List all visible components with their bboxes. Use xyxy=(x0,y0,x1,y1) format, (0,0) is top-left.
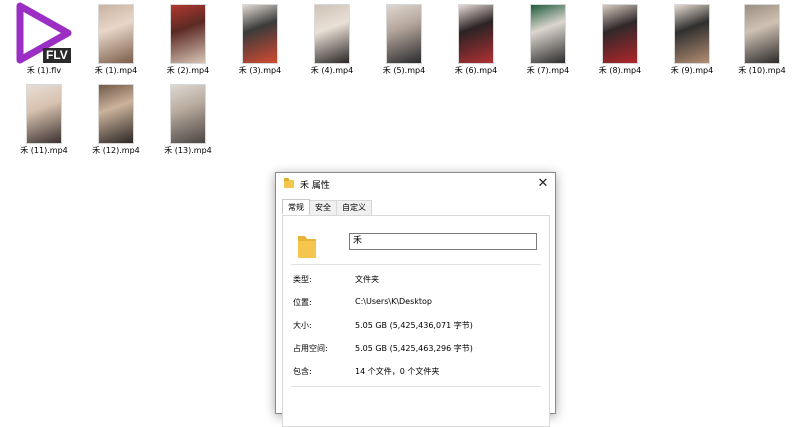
video-thumbnail xyxy=(26,84,62,144)
tab-security[interactable]: 安全 xyxy=(309,200,337,215)
file-name: 禾 (12).mp4 xyxy=(92,146,140,155)
tab-custom[interactable]: 自定义 xyxy=(336,200,372,215)
file-name: 禾 (7).mp4 xyxy=(526,66,570,75)
general-panel: 禾 类型: 文件夹 位置: C:\Users\K\Desktop 大小: 5.0… xyxy=(282,215,550,427)
video-thumbnail xyxy=(602,4,638,64)
video-thumbnail xyxy=(530,4,566,64)
video-thumbnail xyxy=(458,4,494,64)
file-name: 禾 (1).flv xyxy=(26,66,62,75)
file-name: 禾 (10).mp4 xyxy=(738,66,786,75)
file-name: 禾 (4).mp4 xyxy=(310,66,354,75)
file-name: 禾 (8).mp4 xyxy=(598,66,642,75)
tab-bar: 常规 安全 自定义 xyxy=(282,199,372,215)
file-name: 禾 (11).mp4 xyxy=(20,146,68,155)
folder-icon xyxy=(284,178,294,188)
tab-general[interactable]: 常规 xyxy=(282,199,310,214)
properties-dialog: 禾 属性 ✕ 常规 安全 自定义 禾 类型: 文件夹 位置: C:\Users\… xyxy=(275,172,556,427)
file-name: 禾 (13).mp4 xyxy=(164,146,212,155)
dialog-title: 禾 属性 xyxy=(300,180,330,191)
property-label: 位置: xyxy=(293,298,312,307)
dialog-titlebar[interactable]: 禾 属性 ✕ xyxy=(276,173,555,195)
close-icon[interactable]: ✕ xyxy=(535,176,551,192)
property-value: 14 个文件，0 个文件夹 xyxy=(355,367,440,376)
file-item[interactable]: 禾 (5).mp4 xyxy=(368,0,440,78)
file-name: 禾 (2).mp4 xyxy=(166,66,210,75)
video-thumbnail xyxy=(674,4,710,64)
property-label: 占用空间: xyxy=(293,344,328,353)
file-item[interactable]: 禾 (10).mp4 xyxy=(726,0,798,78)
folder-icon xyxy=(298,236,316,258)
video-thumbnail xyxy=(170,84,206,144)
property-value: 文件夹 xyxy=(355,275,379,284)
divider xyxy=(291,264,541,265)
file-name: 禾 (9).mp4 xyxy=(670,66,714,75)
video-thumbnail xyxy=(98,4,134,64)
video-thumbnail xyxy=(242,4,278,64)
file-name: 禾 (1).mp4 xyxy=(94,66,138,75)
file-item[interactable]: 禾 (1).mp4 xyxy=(80,0,152,78)
property-label: 大小: xyxy=(293,321,312,330)
folder-name-input[interactable]: 禾 xyxy=(349,233,537,250)
file-item[interactable]: 禾 (8).mp4 xyxy=(584,0,656,78)
file-item[interactable]: 禾 (12).mp4 xyxy=(80,80,152,158)
property-label: 包含: xyxy=(293,367,312,376)
file-name: 禾 (5).mp4 xyxy=(382,66,426,75)
file-item[interactable]: 禾 (3).mp4 xyxy=(224,0,296,78)
file-item[interactable]: 禾 (11).mp4 xyxy=(8,80,80,158)
file-item[interactable]: FLV 禾 (1).flv xyxy=(8,0,80,78)
property-value: 5.05 GB (5,425,436,071 字节) xyxy=(355,321,473,330)
property-label: 类型: xyxy=(293,275,312,284)
file-name: 禾 (6).mp4 xyxy=(454,66,498,75)
video-thumbnail xyxy=(386,4,422,64)
file-item[interactable]: 禾 (7).mp4 xyxy=(512,0,584,78)
file-name: 禾 (3).mp4 xyxy=(238,66,282,75)
file-item[interactable]: 禾 (13).mp4 xyxy=(152,80,224,158)
file-item[interactable]: 禾 (4).mp4 xyxy=(296,0,368,78)
divider xyxy=(291,386,541,387)
flv-badge: FLV xyxy=(43,48,71,63)
video-thumbnail xyxy=(314,4,350,64)
video-thumbnail xyxy=(170,4,206,64)
property-value: 5.05 GB (5,425,463,296 字节) xyxy=(355,344,473,353)
video-thumbnail xyxy=(98,84,134,144)
file-item[interactable]: 禾 (2).mp4 xyxy=(152,0,224,78)
property-value: C:\Users\K\Desktop xyxy=(355,297,433,306)
video-thumbnail xyxy=(744,4,780,64)
file-item[interactable]: 禾 (6).mp4 xyxy=(440,0,512,78)
file-item[interactable]: 禾 (9).mp4 xyxy=(656,0,728,78)
